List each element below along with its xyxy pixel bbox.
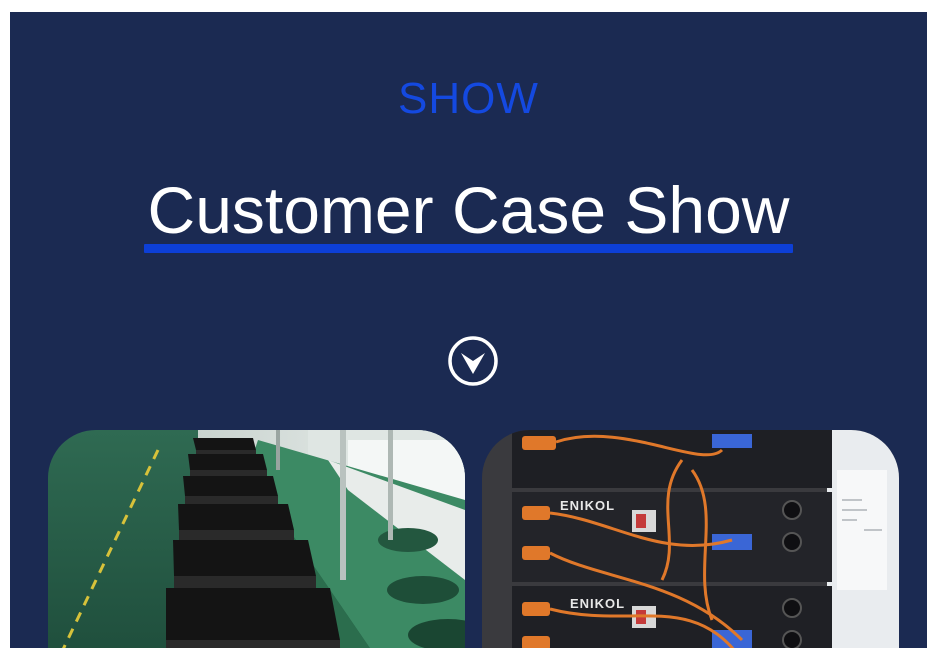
rack-brand-label-1: ENIKOL bbox=[560, 498, 615, 513]
title-wrapper: Customer Case Show bbox=[10, 177, 927, 253]
battery-rack-image: ENIKOL ENIKOL bbox=[482, 430, 899, 648]
rack-brand-label-2: ENIKOL bbox=[570, 596, 625, 611]
customer-case-section: SHOW Customer Case Show ENIKOL ENIKOL bbox=[10, 12, 927, 648]
case-photo-battery-rack[interactable]: ENIKOL ENIKOL bbox=[482, 430, 899, 648]
section-title-container: Customer Case Show bbox=[143, 177, 794, 253]
section-title: Customer Case Show bbox=[147, 173, 790, 247]
section-kicker: SHOW bbox=[398, 74, 539, 123]
case-photo-factory[interactable] bbox=[48, 430, 465, 648]
chevron-down-circle-icon bbox=[448, 336, 498, 386]
title-underline bbox=[143, 244, 794, 253]
scroll-down-button[interactable] bbox=[446, 334, 500, 388]
factory-line-image bbox=[48, 430, 465, 648]
